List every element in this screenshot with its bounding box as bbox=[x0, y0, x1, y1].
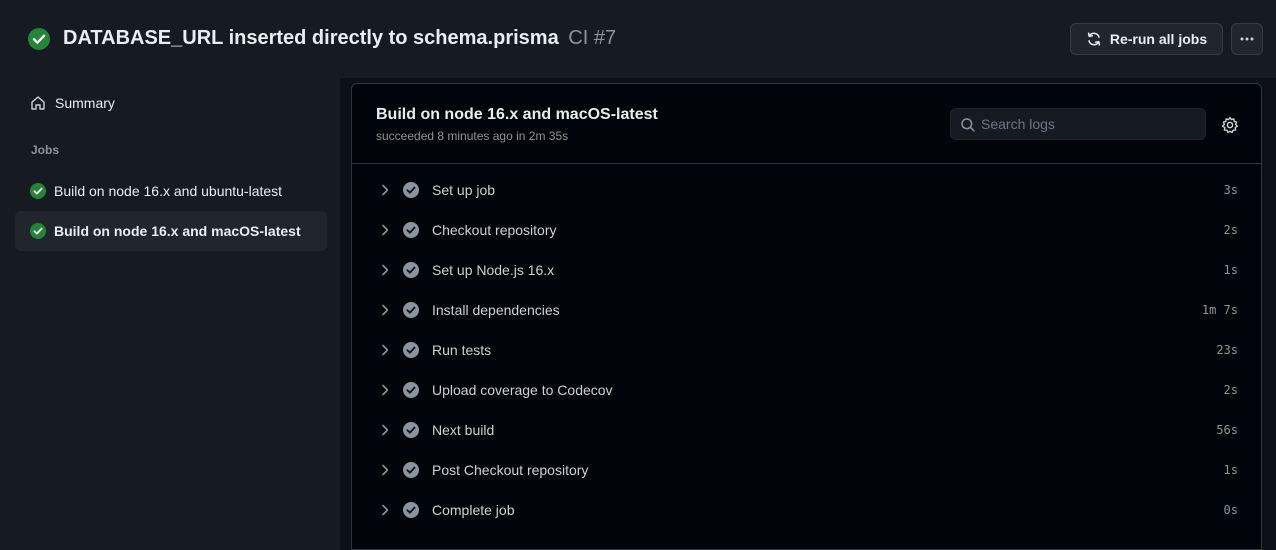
chevron-right-icon bbox=[382, 224, 389, 236]
sidebar-job-label: Build on node 16.x and ubuntu-latest bbox=[54, 183, 283, 199]
check-circle-icon bbox=[403, 182, 419, 198]
check-circle-icon bbox=[30, 223, 46, 239]
step-name: Upload coverage to Codecov bbox=[432, 382, 613, 398]
job-subtitle: succeeded 8 minutes ago in 2m 35s bbox=[376, 129, 569, 143]
step-name: Complete job bbox=[432, 502, 515, 518]
rerun-all-jobs-label: Re-run all jobs bbox=[1109, 31, 1208, 47]
check-circle-icon bbox=[403, 222, 419, 238]
step-duration: 1m 7s bbox=[1201, 303, 1238, 317]
step-row[interactable]: Post Checkout repository 1s bbox=[352, 450, 1261, 490]
home-icon bbox=[31, 96, 45, 110]
sidebar: Summary Jobs Build on node 16.x and ubun… bbox=[0, 78, 340, 550]
step-name: Install dependencies bbox=[432, 302, 560, 318]
run-workflow-label[interactable]: CI #7 bbox=[568, 27, 616, 49]
step-name: Post Checkout repository bbox=[432, 462, 589, 478]
step-row[interactable]: Next build 56s bbox=[352, 410, 1261, 450]
step-row[interactable]: Run tests 23s bbox=[352, 330, 1261, 370]
chevron-right-icon bbox=[382, 504, 389, 516]
step-duration: 1s bbox=[1223, 263, 1238, 277]
chevron-right-icon bbox=[382, 344, 389, 356]
sidebar-job-label: Build on node 16.x and macOS-latest bbox=[54, 223, 301, 239]
step-duration: 23s bbox=[1216, 343, 1238, 357]
step-row[interactable]: Install dependencies 1m 7s bbox=[352, 290, 1261, 330]
job-panel-header: Build on node 16.x and macOS-latest succ… bbox=[352, 84, 1261, 164]
run-title: DATABASE_URL inserted directly to schema… bbox=[63, 27, 616, 50]
step-row[interactable]: Upload coverage to Codecov 2s bbox=[352, 370, 1261, 410]
chevron-right-icon bbox=[382, 424, 389, 436]
jobs-heading: Jobs bbox=[31, 143, 60, 157]
step-duration: 0s bbox=[1223, 503, 1238, 517]
gear-icon[interactable] bbox=[1220, 115, 1240, 135]
step-name: Run tests bbox=[432, 342, 492, 358]
step-row[interactable]: Set up job 3s bbox=[352, 170, 1261, 210]
check-circle-icon bbox=[403, 262, 419, 278]
step-duration: 3s bbox=[1223, 183, 1238, 197]
check-circle-icon bbox=[403, 382, 419, 398]
check-circle-icon bbox=[403, 462, 419, 478]
chevron-right-icon bbox=[382, 304, 389, 316]
sidebar-item-summary[interactable]: Summary bbox=[15, 88, 327, 118]
step-row[interactable]: Set up Node.js 16.x 1s bbox=[352, 250, 1261, 290]
sidebar-item-job-macos[interactable]: Build on node 16.x and macOS-latest bbox=[15, 211, 327, 251]
check-circle-icon bbox=[403, 502, 419, 518]
step-row[interactable]: Checkout repository 2s bbox=[352, 210, 1261, 250]
check-circle-icon bbox=[403, 302, 419, 318]
step-name: Next build bbox=[432, 422, 495, 438]
chevron-right-icon bbox=[382, 184, 389, 196]
step-duration: 2s bbox=[1223, 383, 1238, 397]
step-duration: 1s bbox=[1223, 463, 1238, 477]
search-logs-box[interactable] bbox=[950, 108, 1206, 140]
check-circle-icon bbox=[403, 342, 419, 358]
search-logs-input[interactable] bbox=[981, 109, 1201, 139]
sidebar-item-summary-label: Summary bbox=[55, 95, 115, 111]
run-title-text: DATABASE_URL inserted directly to schema… bbox=[63, 27, 559, 49]
step-name: Set up job bbox=[432, 182, 496, 198]
sidebar-item-job-ubuntu[interactable]: Build on node 16.x and ubuntu-latest bbox=[15, 171, 327, 211]
step-row[interactable]: Complete job 0s bbox=[352, 490, 1261, 530]
step-name: Set up Node.js 16.x bbox=[432, 262, 555, 278]
check-circle-icon bbox=[403, 422, 419, 438]
kebab-horizontal-icon bbox=[1240, 37, 1254, 41]
search-icon bbox=[961, 118, 975, 132]
more-options-button[interactable] bbox=[1231, 23, 1263, 55]
check-circle-icon bbox=[28, 28, 50, 50]
step-name: Checkout repository bbox=[432, 222, 557, 238]
step-duration: 56s bbox=[1216, 423, 1238, 437]
job-title: Build on node 16.x and macOS-latest bbox=[376, 106, 658, 123]
chevron-right-icon bbox=[382, 464, 389, 476]
job-log-panel: Build on node 16.x and macOS-latest succ… bbox=[351, 83, 1262, 550]
chevron-right-icon bbox=[382, 384, 389, 396]
chevron-right-icon bbox=[382, 264, 389, 276]
check-circle-icon bbox=[30, 183, 46, 199]
rerun-all-jobs-button[interactable]: Re-run all jobs bbox=[1070, 23, 1223, 55]
step-duration: 2s bbox=[1223, 223, 1238, 237]
run-header: DATABASE_URL inserted directly to schema… bbox=[0, 0, 1276, 78]
sync-icon bbox=[1087, 32, 1101, 46]
steps-list: Set up job 3s Checkout repository 2s Set… bbox=[352, 170, 1261, 530]
